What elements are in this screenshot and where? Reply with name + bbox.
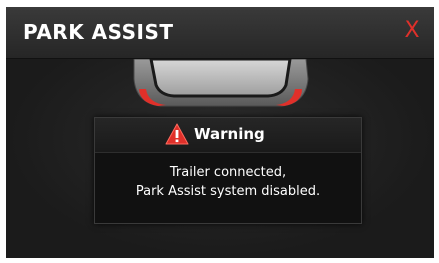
warning-triangle-icon — [165, 123, 189, 145]
message-line-1: Trailer connected, — [169, 165, 287, 180]
dialog-header: Warning — [95, 118, 361, 153]
dialog-message: Trailer connected, Park Assist system di… — [95, 163, 361, 201]
message-line-2: Park Assist system disabled. — [135, 184, 321, 199]
title-bar: PARK ASSIST X — [6, 7, 434, 59]
park-assist-view: Warning Trailer connected, Park Assist s… — [6, 59, 434, 258]
park-assist-screen: PARK ASSIST X Warning Trailer connected,… — [6, 7, 434, 258]
close-button[interactable]: X — [398, 17, 426, 45]
screen-title: PARK ASSIST — [23, 20, 174, 44]
warning-dialog: Warning Trailer connected, Park Assist s… — [94, 117, 362, 224]
dialog-title: Warning — [194, 125, 265, 143]
